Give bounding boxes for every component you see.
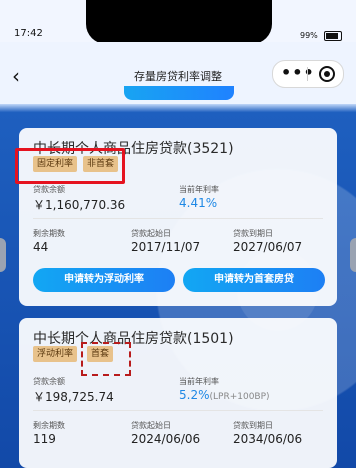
card-divider bbox=[33, 410, 323, 411]
loan-title: 中长期个人商品住房贷款(1501) bbox=[33, 331, 234, 347]
red-highlight-box bbox=[15, 148, 125, 184]
start-date-value: 2017/11/07 bbox=[131, 240, 201, 254]
start-date-value: 2024/06/06 bbox=[131, 432, 201, 446]
start-date-label: 贷款起始日 bbox=[131, 421, 171, 430]
mini-program-capsule: ••• bbox=[272, 60, 344, 88]
start-date-label: 贷款起始日 bbox=[131, 229, 171, 238]
dashed-highlight-box bbox=[81, 342, 131, 376]
apply-first-home-button[interactable]: 申请转为首套房贷 bbox=[183, 268, 325, 292]
term-value: 44 bbox=[33, 240, 49, 254]
battery-percent: 99% bbox=[300, 31, 318, 40]
end-date-value: 2034/06/06 bbox=[233, 432, 303, 446]
balance-label: 贷款余额 bbox=[33, 377, 65, 386]
rate-formula: (LPR+100BP) bbox=[209, 392, 270, 402]
term-label: 剩余期数 bbox=[33, 229, 65, 238]
term-label: 剩余期数 bbox=[33, 421, 65, 430]
close-miniprogram-icon[interactable] bbox=[319, 66, 335, 82]
rate-value: 4.41% bbox=[179, 196, 218, 210]
rate-label: 当前年利率 bbox=[179, 185, 219, 194]
balance-value: ￥198,725.74 bbox=[33, 390, 114, 404]
loan-card: 中长期个人商品住房贷款(3521) 固定利率 非首套 贷款余额 ￥1,160,7… bbox=[15, 128, 337, 306]
rate-type-tag: 浮动利率 bbox=[33, 346, 78, 362]
camera-notch bbox=[86, 0, 272, 44]
battery-icon bbox=[324, 31, 342, 41]
status-bar: 17:42 99% bbox=[0, 0, 356, 44]
status-time: 17:42 bbox=[14, 28, 43, 39]
rate-label: 当前年利率 bbox=[179, 377, 219, 386]
right-edge-handle bbox=[350, 238, 356, 272]
left-edge-handle bbox=[0, 238, 6, 272]
end-date-value: 2027/06/07 bbox=[233, 240, 303, 254]
balance-label: 贷款余额 bbox=[33, 185, 65, 194]
term-value: 119 bbox=[33, 432, 56, 446]
capsule-divider bbox=[307, 67, 308, 81]
apply-floating-rate-button[interactable]: 申请转为浮动利率 bbox=[33, 268, 175, 292]
end-date-label: 贷款到期日 bbox=[233, 421, 273, 430]
card-divider bbox=[33, 218, 323, 219]
rate-value: 5.2%(LPR+100BP) bbox=[179, 388, 270, 402]
end-date-label: 贷款到期日 bbox=[233, 229, 273, 238]
loan-card: 中长期个人商品住房贷款(1501) 浮动利率 首套 贷款余额 ￥198,725.… bbox=[19, 318, 337, 468]
rate-number: 5.2% bbox=[179, 388, 210, 402]
balance-value: ￥1,160,770.36 bbox=[33, 198, 126, 212]
more-icon[interactable]: ••• bbox=[281, 64, 315, 82]
top-action-button[interactable] bbox=[124, 86, 234, 100]
